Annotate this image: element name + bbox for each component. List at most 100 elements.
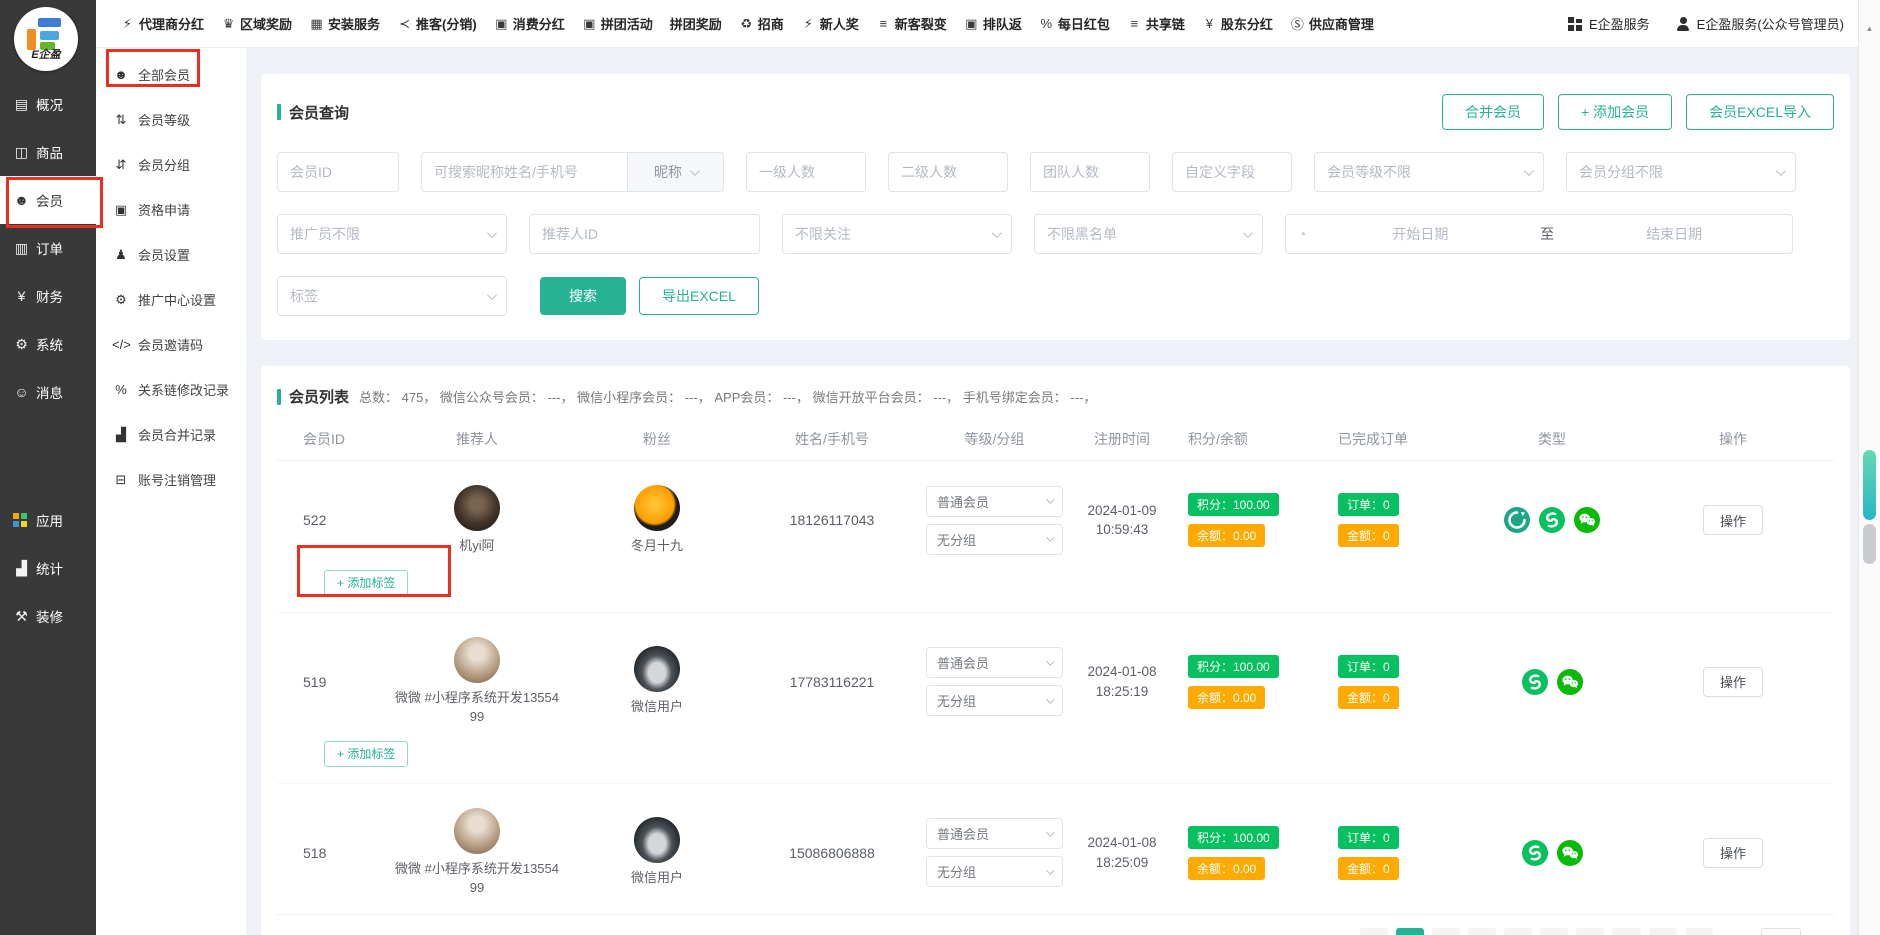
nav-item-region-award[interactable]: ♛区域奖励 xyxy=(221,14,292,33)
page-button[interactable]: 2 xyxy=(1432,928,1460,935)
order-count-badge: 订单：0 xyxy=(1338,826,1399,849)
member-group-select[interactable]: 会员分组不限 xyxy=(1566,152,1796,192)
link-icon: % xyxy=(1039,16,1054,31)
follow-select[interactable]: 不限关注 xyxy=(782,214,1012,254)
date-range-picker[interactable]: ◔ 开始日期 至 结束日期 xyxy=(1285,214,1793,254)
sidebar-item-goods[interactable]: ◫商品 xyxy=(0,128,96,176)
merge-members-button[interactable]: 合并会员 xyxy=(1442,94,1544,130)
add-tag-button[interactable]: + 添加标签 xyxy=(324,570,408,596)
member-block: 522 机yi阿 冬月十九 18126117043 普通会员 无分组 2024-… xyxy=(277,461,1834,613)
add-member-button[interactable]: + 添加会员 xyxy=(1558,94,1672,130)
row-action-button[interactable]: 操作 xyxy=(1703,505,1763,535)
more-pages-button[interactable]: ••• xyxy=(1612,928,1641,935)
group-select[interactable]: 无分组 xyxy=(926,685,1063,716)
custom-field-input[interactable] xyxy=(1172,152,1292,192)
nav-item-agent-dividend[interactable]: ⚡代理商分红 xyxy=(120,14,204,33)
nav-item-share-chain[interactable]: ≡共享链 xyxy=(1127,14,1185,33)
prev-page-button[interactable]: ‹ xyxy=(1360,928,1388,935)
page-button[interactable]: 5 xyxy=(1540,928,1568,935)
sidebar-item-apps[interactable]: 应用 xyxy=(0,496,96,544)
group-select[interactable]: 无分组 xyxy=(926,524,1063,555)
submenu-item-member-level[interactable]: ⇅会员等级 xyxy=(96,97,246,142)
search-button[interactable]: 搜索 xyxy=(540,277,626,315)
nav-item-install-service[interactable]: ▦安装服务 xyxy=(309,14,380,33)
page-button[interactable]: 3 xyxy=(1468,928,1496,935)
add-tag-button[interactable]: + 添加标签 xyxy=(324,741,408,767)
blacklist-select[interactable]: 不限黑名单 xyxy=(1034,214,1263,254)
search-type-select[interactable]: 昵称 xyxy=(627,153,723,191)
submenu-item-member-group[interactable]: ⇵会员分组 xyxy=(96,142,246,187)
sidebar-item-label: 订单 xyxy=(36,238,63,258)
member-id-input[interactable] xyxy=(277,152,399,192)
nav-item-daily-redpacket[interactable]: %每日红包 xyxy=(1039,14,1110,33)
end-date-field[interactable]: 结束日期 xyxy=(1568,224,1780,244)
sidebar-item-orders[interactable]: ▥订单 xyxy=(0,224,96,272)
group-select[interactable]: 无分组 xyxy=(926,856,1063,887)
sidebar-item-members[interactable]: ☻会员 xyxy=(0,176,96,224)
supplier-icon: Ⓢ xyxy=(1290,14,1305,33)
page-scrollbar[interactable]: ▲ xyxy=(1858,0,1880,935)
scrollbar-thumb[interactable] xyxy=(1863,450,1876,520)
sidebar-item-overview[interactable]: ▤概况 xyxy=(0,80,96,128)
submenu-item-member-settings[interactable]: ♟会员设置 xyxy=(96,232,246,277)
register-time: 2024-01-0910:59:43 xyxy=(1072,501,1172,540)
nav-item-queue-return[interactable]: ▣排队返 xyxy=(964,14,1022,33)
sidebar-item-finance[interactable]: ¥财务 xyxy=(0,272,96,320)
nav-item-shareholder-dividend[interactable]: ¥股东分红 xyxy=(1202,14,1273,33)
referrer-name: 微微 #小程序系统开发13554 99 xyxy=(393,859,561,898)
service-menu[interactable]: E企盈服务 xyxy=(1568,14,1650,33)
nav-item-group-activity[interactable]: ▣拼团活动 xyxy=(582,14,653,33)
sidebar-item-system[interactable]: ⚙系统 xyxy=(0,320,96,368)
app-logo[interactable]: E企盈 xyxy=(14,7,78,71)
level1-count-input[interactable] xyxy=(746,152,866,192)
member-excel-import-button[interactable]: 会员EXCEL导入 xyxy=(1686,94,1834,130)
submenu-label: 会员合并记录 xyxy=(138,425,216,444)
sidebar-item-decorate[interactable]: ⚒装修 xyxy=(0,592,96,640)
nav-item-distribution[interactable]: ≺推客(分销) xyxy=(397,14,477,33)
submenu-item-all-members[interactable]: ☻全部会员 xyxy=(96,52,246,97)
nav-item-consume-dividend[interactable]: ▣消费分红 xyxy=(494,14,565,33)
tag-value: 标签 xyxy=(290,286,318,306)
submenu-item-account-cancel[interactable]: ⊟账号注销管理 xyxy=(96,457,246,502)
start-date-field[interactable]: 开始日期 xyxy=(1314,224,1526,244)
next-page-button[interactable]: › xyxy=(1685,928,1713,935)
page-button[interactable]: 4 xyxy=(1504,928,1532,935)
level-select[interactable]: 普通会员 xyxy=(926,818,1063,849)
table-header: 会员ID 推荐人 粉丝 姓名/手机号 等级/分组 注册时间 积分/余额 已完成订… xyxy=(277,417,1834,461)
level-select[interactable]: 普通会员 xyxy=(926,486,1063,517)
nav-item-supplier-mgmt[interactable]: Ⓢ供应商管理 xyxy=(1290,14,1374,33)
sidebar-item-stats[interactable]: ▟统计 xyxy=(0,544,96,592)
goto-page-input[interactable] xyxy=(1761,928,1801,935)
order-amount-badge: 金额：0 xyxy=(1338,524,1399,547)
submenu-item-promotion-settings[interactable]: ⚙推广中心设置 xyxy=(96,277,246,322)
submenu-item-invite-code[interactable]: </>会员邀请码 xyxy=(96,322,246,367)
page-button[interactable]: 24 xyxy=(1649,928,1677,935)
team-count-input[interactable] xyxy=(1030,152,1150,192)
submenu-item-relation-log[interactable]: %关系链修改记录 xyxy=(96,367,246,412)
account-menu[interactable]: E企盈服务(公众号管理员) xyxy=(1676,14,1844,33)
nav-item-newcomer-award[interactable]: ⚡新人奖 xyxy=(801,14,859,33)
row-action-button[interactable]: 操作 xyxy=(1703,838,1763,868)
scroll-up-icon[interactable]: ▲ xyxy=(1859,24,1880,33)
member-level-select[interactable]: 会员等级不限 xyxy=(1314,152,1544,192)
submenu-item-merge-log[interactable]: ▟会员合并记录 xyxy=(96,412,246,457)
points-badge: 积分：100.00 xyxy=(1188,655,1279,678)
chevron-down-icon xyxy=(1524,166,1534,176)
nav-item-group-reward[interactable]: 拼团奖励 xyxy=(670,14,722,33)
copy-icon: ⊟ xyxy=(112,472,130,488)
tag-select[interactable]: 标签 xyxy=(277,276,507,316)
level2-count-input[interactable] xyxy=(888,152,1008,192)
nav-item-investment[interactable]: ♻招商 xyxy=(739,14,784,33)
scrollbar-thumb[interactable] xyxy=(1863,524,1876,564)
nav-item-fission[interactable]: ≡新客裂变 xyxy=(876,14,947,33)
sidebar-item-messages[interactable]: ☺消息 xyxy=(0,368,96,416)
submenu-item-qualification[interactable]: ▣资格申请 xyxy=(96,187,246,232)
level-select[interactable]: 普通会员 xyxy=(926,647,1063,678)
referrer-id-input[interactable] xyxy=(529,214,760,254)
page-button[interactable]: 1 xyxy=(1396,928,1424,935)
search-input[interactable] xyxy=(422,153,627,191)
row-action-button[interactable]: 操作 xyxy=(1703,667,1763,697)
page-button[interactable]: 6 xyxy=(1576,928,1604,935)
promoter-select[interactable]: 推广员不限 xyxy=(277,214,507,254)
export-excel-button[interactable]: 导出EXCEL xyxy=(639,277,759,315)
